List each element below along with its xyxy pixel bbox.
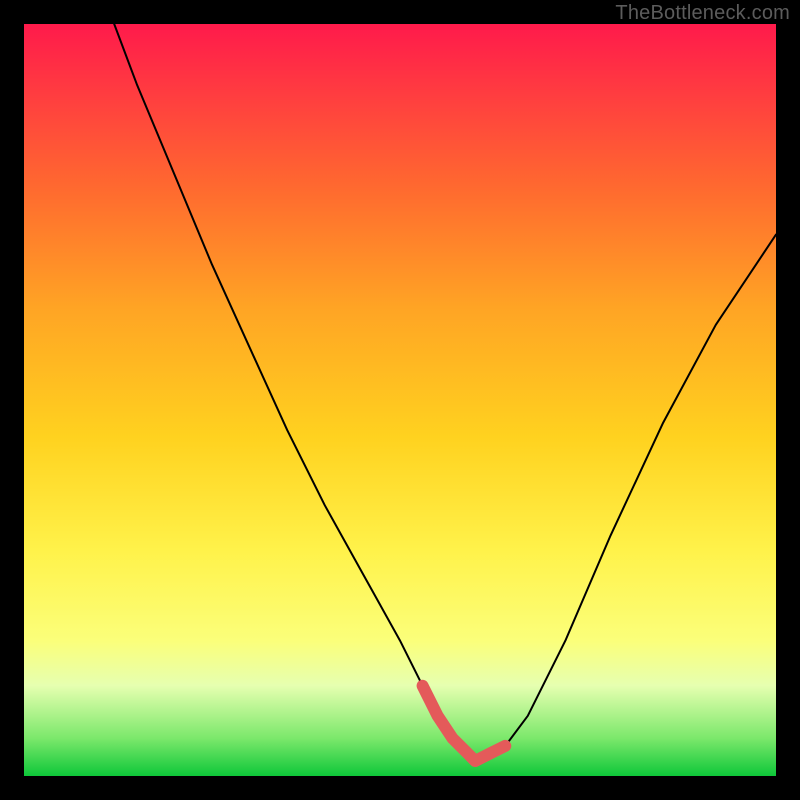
bottleneck-curve [114, 24, 776, 761]
chart-frame: TheBottleneck.com [0, 0, 800, 800]
chart-overlay [24, 24, 776, 776]
watermark-text: TheBottleneck.com [615, 2, 790, 25]
optimal-range-highlight [423, 686, 506, 761]
